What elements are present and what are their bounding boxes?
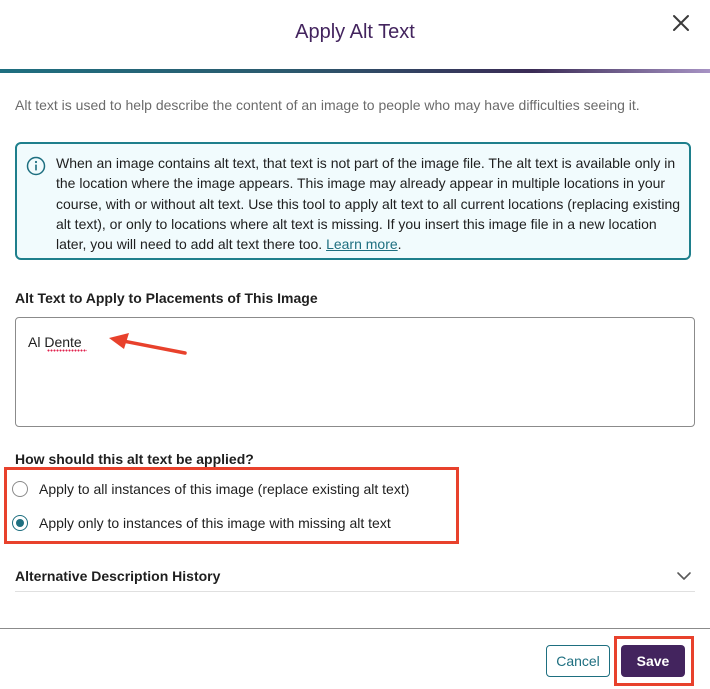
spellcheck-underline	[47, 349, 87, 352]
info-callout: When an image contains alt text, that te…	[15, 142, 691, 260]
header-accent-bar	[0, 69, 710, 73]
info-text: When an image contains alt text, that te…	[56, 153, 686, 254]
apply-alt-text-dialog: Apply Alt Text Alt text is used to help …	[0, 0, 710, 689]
info-icon	[26, 156, 46, 176]
close-button[interactable]	[668, 10, 694, 36]
intro-text: Alt text is used to help describe the co…	[15, 97, 640, 113]
annotation-highlight-radio-group	[4, 467, 459, 544]
close-icon	[673, 15, 689, 31]
info-suffix: .	[397, 236, 402, 253]
description-history-toggle[interactable]: Alternative Description History	[15, 558, 695, 592]
footer-divider	[0, 628, 710, 629]
learn-more-link[interactable]: Learn more	[326, 236, 398, 252]
dialog-header: Apply Alt Text	[0, 0, 710, 70]
alt-text-label: Alt Text to Apply to Placements of This …	[15, 290, 318, 306]
save-button[interactable]: Save	[621, 645, 685, 677]
history-label: Alternative Description History	[15, 568, 221, 584]
dialog-title: Apply Alt Text	[295, 21, 415, 43]
cancel-button[interactable]: Cancel	[546, 645, 610, 677]
chevron-down-icon	[677, 572, 691, 580]
apply-mode-question: How should this alt text be applied?	[15, 451, 254, 467]
annotation-arrow-icon	[109, 333, 187, 355]
